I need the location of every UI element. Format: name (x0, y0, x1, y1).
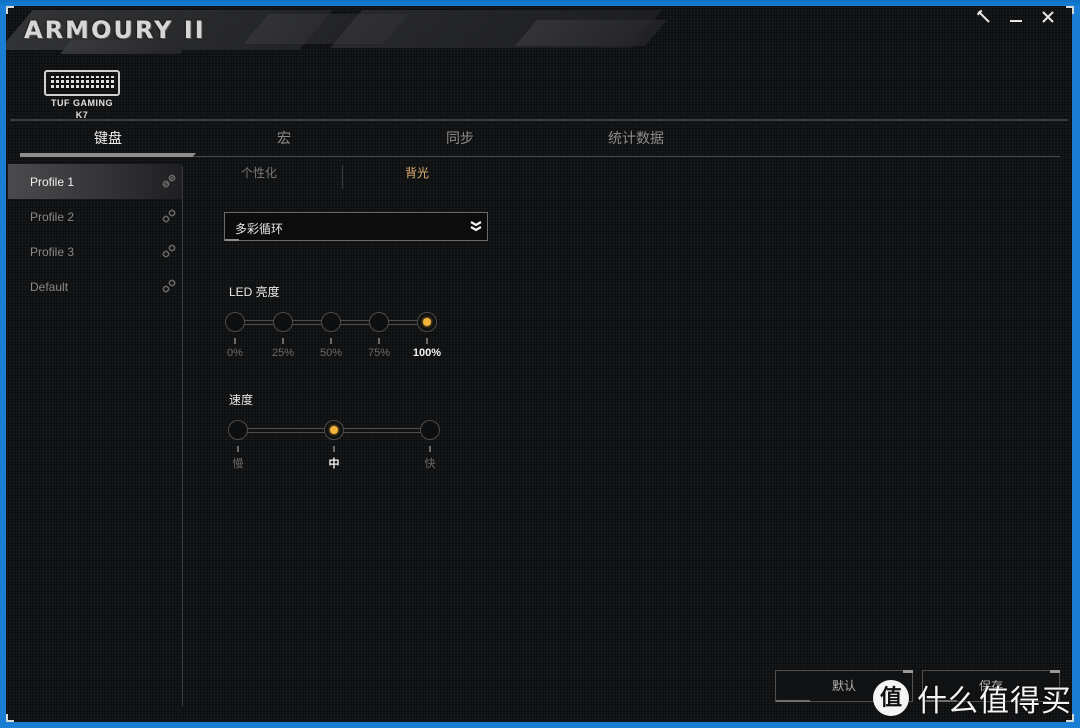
device-selector[interactable]: TUF GAMING K7 (42, 70, 122, 120)
link-icon[interactable] (162, 174, 176, 188)
close-button[interactable] (1036, 10, 1060, 30)
slider-stop-1[interactable] (273, 312, 293, 332)
slider-tick (237, 446, 239, 452)
subtab-backlight[interactable]: 背光 (405, 164, 429, 181)
profile-label: Profile 2 (30, 210, 75, 224)
slider-tick (333, 446, 335, 452)
header-divider (10, 119, 1068, 121)
slider-stop-2[interactable] (321, 312, 341, 332)
profile-item-2[interactable]: Profile 2 (8, 199, 182, 234)
profile-label: Default (30, 280, 69, 294)
slider-stop-4[interactable] (417, 312, 437, 332)
frame-corner (1066, 6, 1074, 14)
slider-label[interactable]: 50% (311, 347, 351, 359)
slider-label[interactable]: 100% (407, 347, 447, 359)
slider-label[interactable]: 中 (314, 455, 354, 471)
brightness-label: LED 亮度 (229, 285, 280, 299)
slider-label[interactable]: 快 (410, 455, 450, 471)
subtab-personalize[interactable]: 个性化 (241, 164, 277, 181)
speed-label: 速度 (229, 393, 254, 407)
profile-label: Profile 3 (30, 245, 75, 259)
slider-label[interactable]: 0% (215, 347, 255, 359)
device-name-line1: TUF GAMING (51, 98, 113, 108)
slider-stop-0[interactable] (225, 312, 245, 332)
dropdown-accent (225, 239, 239, 241)
slider-tick (282, 338, 284, 344)
profile-item-3[interactable]: Profile 3 (8, 234, 182, 269)
profile-list: Profile 1 Profile 2 Profile 3 Default (8, 163, 183, 703)
watermark: 值 什么值得买 (873, 676, 1072, 720)
slider-label[interactable]: 75% (359, 347, 399, 359)
close-icon (1042, 11, 1054, 23)
subtab-divider (342, 165, 343, 189)
lighting-effect-dropdown[interactable]: 多彩循环 (224, 212, 488, 241)
watermark-text: 什么值得买 (917, 684, 1072, 719)
slider-tick (426, 338, 428, 344)
frame-corner (6, 714, 14, 722)
tab-keyboard[interactable]: 键盘 (20, 128, 196, 148)
sub-tabs: 个性化 背光 (201, 161, 501, 191)
slider-stop-3[interactable] (369, 312, 389, 332)
settings-button[interactable] (972, 10, 996, 30)
slider-stop-2[interactable] (420, 420, 440, 440)
profile-item-default[interactable]: Default (8, 269, 182, 304)
minimize-icon (1010, 20, 1022, 22)
slider-tick (234, 338, 236, 344)
minimize-button[interactable] (1004, 10, 1028, 30)
profile-item-1[interactable]: Profile 1 (8, 164, 182, 199)
slider-tick (429, 446, 431, 452)
main-tabs: 键盘 宏 同步 统计数据 (20, 128, 1060, 156)
tab-sync[interactable]: 同步 (372, 128, 548, 148)
wrench-icon (977, 10, 990, 23)
slider-stop-0[interactable] (228, 420, 248, 440)
tab-statistics[interactable]: 统计数据 (548, 128, 724, 148)
dropdown-value: 多彩循环 (235, 222, 284, 236)
app-window: ARMOURY II TUF GAMING K7 键盘 宏 同步 统计数据 Pr… (6, 6, 1072, 722)
frame-corner (6, 6, 14, 14)
slider-label[interactable]: 25% (263, 347, 303, 359)
link-icon[interactable] (162, 244, 176, 258)
double-chevron-down-icon (470, 221, 482, 232)
slider-tick (330, 338, 332, 344)
slider-tick (378, 338, 380, 344)
link-icon[interactable] (162, 279, 176, 293)
slider-label[interactable]: 慢 (218, 455, 258, 471)
speed-slider[interactable]: 慢中快 (228, 420, 440, 480)
keyboard-icon (44, 70, 120, 96)
app-title: ARMOURY II (24, 16, 206, 44)
link-icon[interactable] (162, 209, 176, 223)
sidebar-divider (182, 166, 183, 706)
tab-macro[interactable]: 宏 (196, 128, 372, 148)
profile-label: Profile 1 (30, 175, 75, 189)
brightness-slider[interactable]: 0% 25% 50% 75% 100% (225, 312, 441, 372)
active-tab-indicator (20, 153, 196, 157)
watermark-badge: 值 (873, 680, 909, 716)
slider-stop-1[interactable] (324, 420, 344, 440)
